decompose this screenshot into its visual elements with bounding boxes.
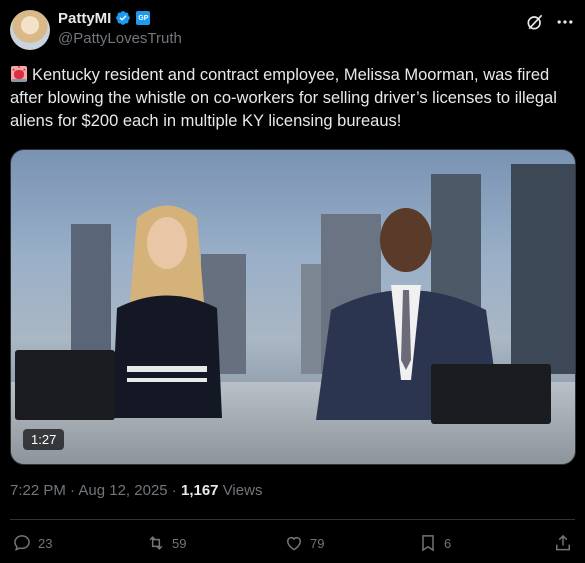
author-names: PattyMI GP @PattyLovesTruth bbox=[58, 8, 182, 48]
grok-icon[interactable] bbox=[525, 12, 545, 32]
handle[interactable]: @PattyLovesTruth bbox=[58, 30, 182, 47]
verified-icon bbox=[116, 11, 131, 25]
more-icon[interactable] bbox=[555, 12, 575, 32]
bookmark-icon bbox=[422, 535, 434, 552]
reply-count: 23 bbox=[38, 535, 53, 551]
bookmark-count: 6 bbox=[444, 535, 452, 551]
video-player[interactable]: 1:27 bbox=[10, 149, 576, 465]
heart-icon bbox=[287, 537, 301, 551]
repost-button[interactable]: 59 bbox=[146, 533, 186, 553]
meta-separator: · bbox=[65, 482, 79, 499]
affiliate-badge[interactable]: GP bbox=[136, 11, 151, 25]
laptop bbox=[15, 350, 115, 420]
siren-icon bbox=[11, 66, 27, 82]
repost-count: 59 bbox=[172, 535, 187, 551]
reply-button[interactable]: 23 bbox=[12, 533, 52, 553]
reply-icon bbox=[14, 535, 30, 551]
share-button[interactable] bbox=[553, 533, 573, 553]
display-name-row: PattyMI GP bbox=[58, 8, 182, 28]
avatar[interactable] bbox=[10, 10, 50, 50]
views-label: Views bbox=[222, 482, 263, 499]
meta-separator-2: · bbox=[167, 482, 181, 499]
tweet-header: PattyMI GP @PattyLovesTruth bbox=[10, 8, 575, 52]
tweet-text: Kentucky resident and contract employee,… bbox=[10, 64, 575, 133]
views-count: 1,167 bbox=[180, 482, 219, 499]
tweet-meta: 7:22 PM · Aug 12, 2025 · 1,167 Views bbox=[10, 482, 262, 499]
share-icon bbox=[556, 534, 570, 551]
repost-icon bbox=[149, 536, 163, 550]
display-name[interactable]: PattyMI bbox=[58, 10, 111, 27]
like-count: 79 bbox=[310, 535, 325, 551]
divider bbox=[10, 519, 575, 520]
tweet-date[interactable]: Aug 12, 2025 bbox=[78, 482, 167, 499]
action-bar: 23 59 79 6 bbox=[10, 533, 575, 555]
like-button[interactable]: 79 bbox=[284, 533, 324, 553]
bookmark-button[interactable]: 6 bbox=[418, 533, 451, 553]
video-duration: 1:27 bbox=[23, 429, 65, 450]
tweet-time[interactable]: 7:22 PM bbox=[10, 482, 66, 499]
anchor-woman bbox=[112, 205, 222, 418]
tweet-body: Kentucky resident and contract employee,… bbox=[10, 66, 557, 130]
